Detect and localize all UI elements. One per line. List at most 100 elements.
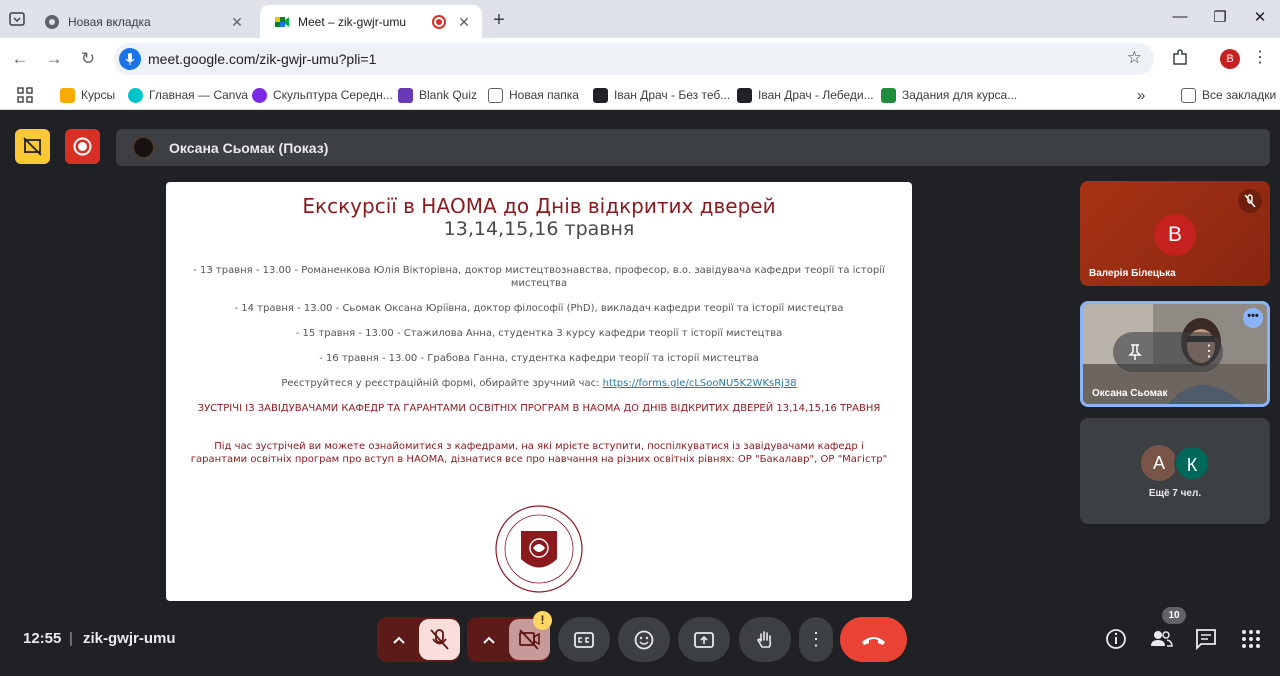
hand-icon: [757, 630, 772, 648]
bookmark-label: Скульптура Середн...: [273, 88, 393, 102]
bookmarks-bar: Курсы Главная — Canva Скульптура Середн.…: [0, 80, 1280, 110]
tab-close-icon[interactable]: ✕: [456, 14, 472, 30]
maximize-button[interactable]: ❐: [1205, 8, 1235, 26]
recording-button[interactable]: [65, 129, 100, 164]
people-icon[interactable]: [1148, 626, 1174, 652]
participant-avatar: В: [1154, 214, 1196, 256]
shared-screen-slide: Екскурсії в НАОМА до Днів відкритих двер…: [166, 182, 912, 601]
new-tab-button[interactable]: +: [488, 9, 510, 32]
tile-hover-controls: ⋮: [1113, 332, 1223, 372]
toggle-microphone-button[interactable]: [419, 619, 460, 660]
end-call-icon: [862, 637, 885, 645]
mic-off-icon: [430, 629, 449, 650]
presenter-name: Оксана Сьомак (Показ): [169, 140, 329, 156]
leave-call-button[interactable]: [840, 617, 907, 662]
back-button[interactable]: ←: [8, 47, 32, 71]
participant-name: Оксана Сьомак: [1092, 388, 1168, 399]
address-bar[interactable]: meet.google.com/zik-gwjr-umu?pli=1 ☆: [114, 43, 1154, 75]
tab-close-icon[interactable]: ✕: [229, 14, 245, 30]
apps-grid-icon[interactable]: [17, 87, 33, 103]
forms-icon: [398, 87, 413, 103]
folder-icon: [1181, 87, 1196, 103]
forward-button[interactable]: →: [42, 47, 66, 71]
profile-avatar[interactable]: B: [1220, 49, 1240, 69]
participant-name: Валерія Білецька: [1089, 268, 1176, 279]
bookmark-item[interactable]: Главная — Canva: [128, 86, 248, 104]
schedule-line: - 14 травня - 13.00 - Сьомак Оксана Юрії…: [234, 303, 844, 314]
stop-sharing-button[interactable]: [15, 129, 50, 164]
microphone-control: [377, 617, 460, 662]
participant-tile-active-speaker[interactable]: ⋮ ••• Оксана Сьомак: [1080, 301, 1270, 407]
tab-title: Новая вкладка: [68, 14, 151, 29]
tab-strip: Новая вкладка ✕ Meet – zik-gwjr-umu ✕ + …: [0, 0, 1280, 38]
close-window-button[interactable]: ✕: [1245, 8, 1275, 26]
canva-icon: [128, 87, 143, 103]
bookmark-item[interactable]: Задания для курса...: [881, 86, 1017, 104]
browser-menu-icon[interactable]: ⋮: [1252, 47, 1268, 67]
meet-icon: [275, 16, 289, 27]
registration-link[interactable]: https://forms.gle/cLSooNU5K2WKsRj38: [603, 378, 797, 389]
slide-title: Екскурсії в НАОМА до Днів відкритих двер…: [302, 194, 776, 218]
bookmark-label: Курсы: [81, 88, 116, 102]
bookmark-item[interactable]: Blank Quiz: [398, 86, 477, 104]
more-options-icon[interactable]: •••: [1243, 308, 1263, 328]
other-participants-tile[interactable]: А К Ещё 7 чел.: [1080, 418, 1270, 524]
tab-meet[interactable]: Meet – zik-gwjr-umu ✕: [260, 5, 482, 38]
lambda-icon: [593, 87, 608, 103]
pin-icon[interactable]: [1125, 342, 1145, 362]
slide-headline: ЗУСТРІЧІ ІЗ ЗАВІДУВАЧАМИ КАФЕДР ТА ГАРАН…: [197, 403, 881, 414]
reactions-button[interactable]: [618, 617, 670, 662]
recording-icon: [432, 14, 446, 29]
meeting-info-icon[interactable]: [1103, 626, 1129, 652]
folder-icon: [488, 87, 503, 103]
bookmark-label: Главная — Canva: [149, 88, 249, 102]
register-line: Реєструйтеся у реєстраційній формі, обир…: [186, 377, 892, 390]
register-text: Реєструйтеся у реєстраційній формі, обир…: [281, 378, 603, 389]
schedule-line: - 16 травня - 13.00 - Грабова Ганна, сту…: [319, 353, 759, 364]
canva-icon: [252, 87, 267, 103]
participant-avatar: К: [1174, 445, 1210, 481]
presenter-bar: Оксана Сьомак (Показ): [116, 129, 1270, 166]
chevron-up-icon[interactable]: [389, 630, 409, 650]
tab-search-icon[interactable]: [9, 11, 25, 27]
bookmark-item[interactable]: Скульптура Середн...: [252, 86, 393, 104]
microphone-in-use-icon[interactable]: [119, 48, 141, 70]
raise-hand-button[interactable]: [739, 617, 791, 662]
present-off-icon: [23, 137, 42, 156]
meeting-code: zik-gwjr-umu: [83, 630, 176, 647]
bookmark-item[interactable]: Курсы: [60, 86, 115, 104]
presenter-avatar: [132, 136, 155, 159]
captions-button[interactable]: [558, 617, 610, 662]
more-vert-icon: ⋮: [807, 629, 825, 649]
classroom-icon: [60, 87, 75, 103]
present-screen-button[interactable]: [678, 617, 730, 662]
more-options-button[interactable]: ⋮: [799, 617, 833, 662]
more-bookmarks-icon[interactable]: »: [1137, 86, 1145, 104]
chevron-up-icon[interactable]: [479, 630, 499, 650]
schedule-line: - 15 травня - 13.00 - Стажилова Анна, ст…: [295, 328, 783, 339]
bookmark-item[interactable]: Іван Драч - Без теб...: [593, 86, 730, 104]
meet-stage: Оксана Сьомак (Показ) Екскурсії в НАОМА …: [0, 111, 1280, 676]
activities-grid-icon[interactable]: [1238, 626, 1264, 652]
minimize-button[interactable]: —: [1165, 8, 1195, 25]
more-participants-label: Ещё 7 чел.: [1148, 488, 1202, 499]
present-screen-icon: [694, 631, 714, 648]
bookmark-label: Іван Драч - Лебеди...: [758, 88, 874, 102]
bookmark-label: Задания для курса...: [902, 88, 1018, 102]
reload-button[interactable]: ↻: [76, 47, 100, 71]
bookmark-label: Blank Quiz: [419, 88, 478, 102]
extensions-icon[interactable]: [1170, 48, 1190, 68]
record-icon: [73, 137, 92, 156]
slide-dates: 13,14,15,16 травня: [443, 218, 635, 240]
all-bookmarks-button[interactable]: Все закладки: [1181, 86, 1276, 104]
bookmark-star-icon[interactable]: ☆: [1127, 48, 1142, 68]
mic-off-icon: [1238, 189, 1262, 213]
bookmark-item[interactable]: Іван Драч - Лебеди...: [737, 86, 874, 104]
tab-new-tab[interactable]: Новая вкладка ✕: [30, 5, 255, 38]
tile-options-icon[interactable]: ⋮: [1201, 341, 1217, 361]
bookmark-item[interactable]: Новая папка: [488, 86, 579, 104]
chat-icon[interactable]: [1193, 626, 1219, 652]
participant-tile[interactable]: В Валерія Білецька: [1080, 181, 1270, 286]
closed-captions-icon: [574, 631, 594, 648]
browser-toolbar: ← → ↻ meet.google.com/zik-gwjr-umu?pli=1…: [0, 38, 1280, 80]
